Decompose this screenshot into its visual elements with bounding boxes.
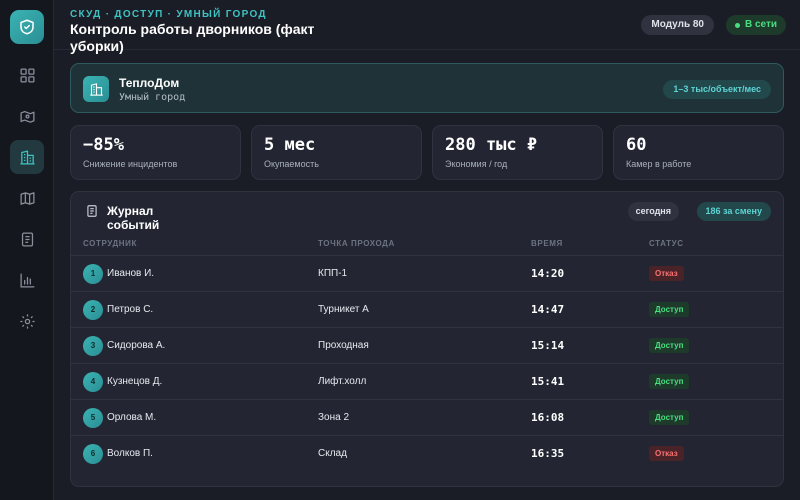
row-number-avatar: 4 [83,372,103,392]
online-status-label: В сети [744,19,777,30]
chart-icon [19,272,35,288]
kpi-label: Снижение инцидентов [83,159,178,169]
event-time: 15:14 [531,339,565,352]
row-number-avatar: 3 [83,336,103,356]
table-row[interactable]: 5 Орлова М. Зона 2 16:08 Доступ [71,399,783,435]
employee-name: Кузнецов Д. [107,376,163,387]
sidebar-item-map[interactable] [10,181,44,215]
app-logo[interactable] [10,10,44,44]
events-panel: Журнал событий сегодня 186 за смену СОТР… [70,191,784,487]
page-title: Контроль работы дворников (факт уборки) [70,21,315,54]
kpi-label: Камер в работе [626,159,692,169]
kpi-card-incidents: −85% Снижение инцидентов [70,125,241,180]
access-point: Турникет А [318,304,369,315]
kpi-label: Окупаемость [264,159,319,169]
shield-check-icon [20,19,34,35]
online-status-badge: В сети [725,15,786,35]
access-point: Проходная [318,340,369,351]
event-count-badge: 186 за смену [696,202,771,221]
table-row[interactable]: 6 Волков П. Склад 16:35 Отказ [71,435,783,471]
period-filter-button[interactable]: сегодня [627,202,679,221]
event-time: 16:08 [531,411,565,424]
table-row[interactable]: 2 Петров С. Турникет А 14:47 Доступ [71,291,783,327]
dashboard-icon [19,67,35,83]
status-badge: Отказ [649,266,684,281]
sidebar-item-buildings[interactable] [10,140,44,174]
employee-name: Петров С. [107,304,154,315]
table-row[interactable]: 4 Кузнецов Д. Лифт.холл 15:41 Доступ [71,363,783,399]
kpi-label: Экономия / год [445,159,508,169]
column-header-time[interactable]: ВРЕМЯ [531,239,563,248]
employee-name: Сидорова А. [107,340,166,351]
table-row[interactable]: 3 Сидорова А. Проходная 15:14 Доступ [71,327,783,363]
sidebar-item-routes[interactable] [10,99,44,133]
status-badge: Отказ [649,446,684,461]
event-time: 15:41 [531,375,565,388]
company-building-icon [83,76,109,102]
sidebar-item-documents[interactable] [10,222,44,256]
event-time: 14:47 [531,303,565,316]
access-point: КПП-1 [318,268,348,279]
employee-name: Волков П. [107,448,153,459]
access-point: Лифт.холл [318,376,367,387]
page-header: СКУД · ДОСТУП · УМНЫЙ ГОРОД Контроль раб… [54,0,800,54]
company-card: ТеплоДом Умный город 1–3 тыс/объект/мес [70,63,784,113]
column-header-status[interactable]: СТАТУС [649,239,684,248]
building-icon [19,149,35,165]
breadcrumb: СКУД · ДОСТУП · УМНЫЙ ГОРОД [70,9,267,20]
sidebar [0,0,54,500]
sidebar-item-settings[interactable] [10,304,44,338]
employee-name: Иванов И. [107,268,155,279]
kpi-card-payback: 5 мес Окупаемость [251,125,422,180]
row-number-avatar: 2 [83,300,103,320]
status-dot-icon [734,22,740,28]
map-icon [19,191,35,205]
document-icon [21,231,33,247]
kpi-card-cameras: 60 Камер в работе [613,125,784,180]
sidebar-item-dashboard[interactable] [10,58,44,92]
kpi-value: 60 [626,135,647,155]
table-row[interactable]: 1 Иванов И. КПП-1 14:20 Отказ [71,255,783,291]
status-badge: Доступ [649,302,690,317]
status-badge: Доступ [649,374,690,389]
sidebar-item-analytics[interactable] [10,263,44,297]
status-badge: Доступ [649,338,690,353]
column-header-point[interactable]: ТОЧКА ПРОХОДА [318,239,395,248]
price-badge: 1–3 тыс/объект/мес [663,80,771,99]
row-number-avatar: 1 [83,264,103,284]
access-point: Склад [318,448,347,459]
kpi-value: 5 мес [264,135,316,155]
status-badge: Доступ [649,410,690,425]
gear-icon [19,313,35,329]
event-time: 16:35 [531,447,565,460]
panel-title: Журнал событий [107,204,160,232]
column-header-employee[interactable]: СОТРУДНИК [83,239,137,248]
kpi-value: 280 тыс ₽ [445,135,538,155]
kpi-value: −85% [83,135,124,155]
event-time: 14:20 [531,267,565,280]
map-route-icon [19,110,35,123]
row-number-avatar: 6 [83,444,103,464]
row-number-avatar: 5 [83,408,103,428]
kpi-card-savings: 280 тыс ₽ Экономия / год [432,125,603,180]
access-point: Зона 2 [318,412,350,423]
company-subtitle: Умный город [119,92,186,103]
journal-icon [87,205,97,217]
company-name: ТеплоДом [119,76,180,90]
employee-name: Орлова М. [107,412,157,423]
module-badge: Модуль 80 [641,15,714,35]
